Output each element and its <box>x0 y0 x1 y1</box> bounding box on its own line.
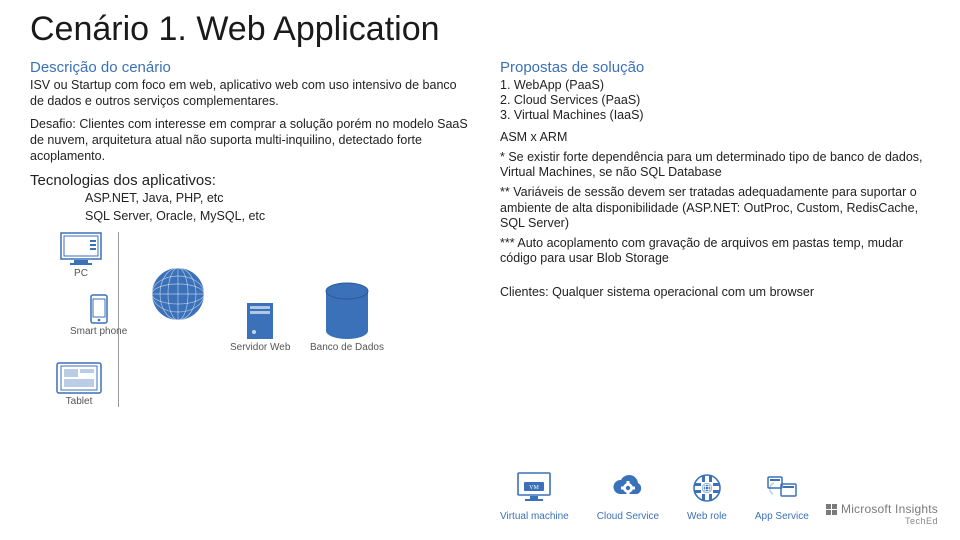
scenario-description-head: Descrição do cenário <box>30 59 470 76</box>
app-service-item: App Service <box>755 469 809 522</box>
proposals-head: Propostas de solução <box>500 59 930 76</box>
smartphone-label: Smart phone <box>70 326 127 337</box>
clients-line: Clientes: Qualquer sistema operacional c… <box>500 285 930 299</box>
azure-services-row: VM Virtual machine Cloud Servic <box>500 469 809 522</box>
tech-languages: ASP.NET, Java, PHP, etc <box>85 191 470 207</box>
virtual-machine-icon: VM <box>515 469 553 507</box>
globe-icon <box>150 266 206 322</box>
microsoft-logo: Microsoft Insights <box>826 502 938 516</box>
microsoft-squares-icon <box>826 504 837 515</box>
web-server-icon: Servidor Web <box>230 302 290 353</box>
smartphone-icon: Smart phone <box>70 294 127 337</box>
footer-logo: Microsoft Insights TechEd <box>826 502 938 526</box>
page-title: Cenário 1. Web Application <box>30 10 930 49</box>
proposals-list: 1. WebApp (PaaS) 2. Cloud Services (PaaS… <box>500 78 930 122</box>
database-label: Banco de Dados <box>310 342 384 353</box>
note-3: *** Auto acoplamento com gravação de arq… <box>500 236 930 267</box>
pc-icon: PC <box>60 232 102 279</box>
note-2: ** Variáveis de sessão devem ser tratada… <box>500 185 930 232</box>
product-text: Insights <box>895 502 938 516</box>
teched-label: TechEd <box>826 516 938 526</box>
vm-badge: VM <box>530 485 540 491</box>
web-role-label: Web role <box>687 511 727 522</box>
scenario-description-body: ISV ou Startup com foco em web, aplicati… <box>30 78 470 109</box>
web-role-item: Web role <box>687 469 727 522</box>
notes-block: ASM x ARM * Se existir forte dependência… <box>500 130 930 267</box>
proposal-item: 3. Virtual Machines (IaaS) <box>500 108 930 122</box>
brand-text: Microsoft <box>841 502 891 516</box>
technologies-head: Tecnologias dos aplicativos: <box>30 172 470 189</box>
content-columns: Descrição do cenário ISV ou Startup com … <box>30 59 930 462</box>
scenario-challenge: Desafio: Clientes com interesse em compr… <box>30 117 470 164</box>
app-service-label: App Service <box>755 511 809 522</box>
tablet-icon: Tablet <box>56 362 102 407</box>
web-role-icon <box>688 469 726 507</box>
tech-databases: SQL Server, Oracle, MySQL, etc <box>85 209 470 225</box>
pc-label: PC <box>60 268 102 279</box>
app-service-icon <box>763 469 801 507</box>
asm-arm-line: ASM x ARM <box>500 130 930 146</box>
database-icon: Banco de Dados <box>310 282 384 353</box>
slide: Cenário 1. Web Application Descrição do … <box>0 0 960 540</box>
tablet-label: Tablet <box>56 396 102 407</box>
cloud-service-item: Cloud Service <box>597 469 659 522</box>
note-1: * Se existir forte dependência para um d… <box>500 150 930 181</box>
cloud-service-label: Cloud Service <box>597 511 659 522</box>
proposal-item: 1. WebApp (PaaS) <box>500 78 930 92</box>
virtual-machine-label: Virtual machine <box>500 511 569 522</box>
web-server-label: Servidor Web <box>230 342 290 353</box>
virtual-machine-item: VM Virtual machine <box>500 469 569 522</box>
left-column: Descrição do cenário ISV ou Startup com … <box>30 59 470 462</box>
architecture-diagram: PC Smart phone <box>30 232 470 462</box>
cloud-service-icon <box>609 469 647 507</box>
right-column: Propostas de solução 1. WebApp (PaaS) 2.… <box>500 59 930 462</box>
proposal-item: 2. Cloud Services (PaaS) <box>500 93 930 107</box>
